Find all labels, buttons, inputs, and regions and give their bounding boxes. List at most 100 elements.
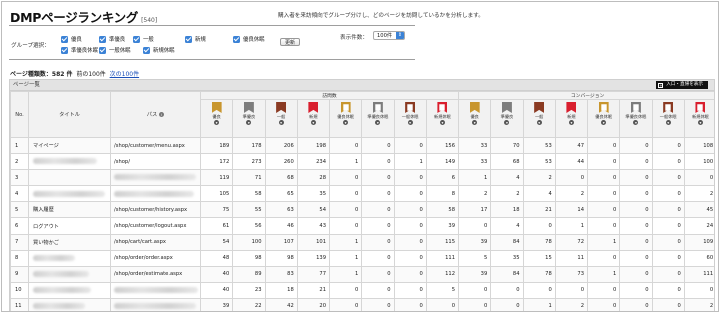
conversion-value: 17 (458, 201, 492, 219)
page-path-cell[interactable]: /shop/order/order.aspx (110, 249, 201, 267)
page-path-cell[interactable]: /shop/customer/menu.aspx (110, 136, 201, 155)
page-title-cell[interactable] (28, 153, 111, 171)
segment-header[interactable]: 優良 ▾ (458, 99, 492, 138)
visits-value: 0 (393, 281, 427, 299)
visits-value: 156 (425, 136, 460, 155)
page-path-cell[interactable]: /shop/cart/cart.aspx (110, 233, 201, 251)
page-title-cell[interactable] (28, 169, 111, 187)
page-title-cell[interactable]: マイページ (28, 136, 111, 155)
table-row: 8/shop/order/order.aspx 48 98 98 139 1 0 0 111 5 3… (10, 249, 714, 267)
segment-header[interactable]: 一般休眠 ▾ (651, 99, 685, 138)
segment-header[interactable]: 優良休眠 ▾ (587, 99, 621, 138)
panel-title: ページ一覧 (13, 82, 40, 88)
display-count-select[interactable]: 100件 ⇕ (373, 31, 405, 40)
page-path-cell[interactable]: /shop/customer/logout.aspx (110, 217, 201, 235)
visits-value: 20 (296, 297, 331, 311)
page-title-cell[interactable] (28, 281, 111, 299)
segment-label: 新規 (567, 114, 576, 119)
row-number: 5 (10, 201, 29, 219)
conversion-value: 47 (554, 136, 589, 155)
group-checkbox[interactable]: 新規 (185, 35, 206, 43)
segment-header[interactable]: 新規 ▾ (296, 99, 331, 138)
conversion-value: 0 (619, 201, 653, 219)
visits-value: 89 (232, 265, 266, 283)
group-checkbox[interactable]: 一般 (133, 35, 154, 43)
segment-header[interactable]: 一般 ▾ (522, 99, 556, 138)
conversion-value: 78 (522, 265, 556, 283)
group-checkbox[interactable]: 準優良 (99, 35, 125, 43)
page-title-cell[interactable]: ログアウト (28, 217, 111, 235)
visits-value: 0 (361, 169, 395, 187)
page-title-cell[interactable]: 購入履歴 (28, 201, 111, 219)
segment-header[interactable]: 準優良休眠 ▾ (361, 99, 395, 138)
group-checkbox[interactable]: 優良休眠 (233, 35, 265, 43)
select-arrow-icon: ⇕ (396, 32, 404, 39)
segment-header[interactable]: 準優良 ▾ (232, 99, 266, 138)
segment-header[interactable]: 一般 ▾ (264, 99, 298, 138)
visits-value: 139 (296, 249, 331, 267)
segment-label: 優良休眠 (595, 114, 613, 119)
conversion-value: 4 (522, 185, 556, 203)
sort-icon: ▾ (697, 120, 703, 125)
page-description: 購入者を来訪傾向でグループ分けし、どのページを訪問しているかを分析します。 (278, 13, 484, 19)
visits-value: 6 (425, 169, 460, 187)
visits-value: 0 (328, 281, 363, 299)
show-entry-bounce-button[interactable]: + 入口・直帰を表示 (656, 81, 708, 89)
update-button[interactable]: 更新 (280, 38, 300, 46)
conversion-value: 0 (587, 297, 621, 311)
visits-value: 178 (232, 136, 266, 155)
sort-icon: ▾ (472, 120, 478, 125)
group-checkbox[interactable]: 新規休眠 (143, 46, 175, 54)
visits-value: 105 (199, 185, 234, 203)
page-title-cell[interactable] (28, 297, 111, 311)
segment-header[interactable]: 準優良休眠 ▾ (619, 99, 653, 138)
segment-header[interactable]: 優良 ▾ (199, 99, 234, 138)
segment-label: 準優良休眠 (625, 114, 647, 119)
conversion-value: 0 (651, 265, 685, 283)
visits-value: 21 (296, 281, 331, 299)
col-header-path: パス i (110, 91, 201, 138)
page-title-cell[interactable] (28, 185, 111, 203)
page-title-cell[interactable] (28, 249, 111, 267)
redacted-title (33, 271, 89, 278)
segment-header[interactable]: 新規休眠 ▾ (683, 99, 714, 138)
conversion-value: 1 (458, 169, 492, 187)
visits-value: 98 (264, 249, 298, 267)
info-icon: i (159, 112, 165, 117)
visits-value: 198 (296, 136, 331, 155)
page-title: DMPページランキング (10, 10, 139, 25)
conversion-value: 21 (522, 201, 556, 219)
conversion-value: 0 (651, 233, 685, 251)
segment-header[interactable]: 新規 ▾ (554, 99, 589, 138)
segment-header[interactable]: 準優良 ▾ (490, 99, 524, 138)
group-header-conversion: コンバージョン (458, 91, 714, 100)
page-title-cell[interactable] (28, 265, 111, 283)
segment-label: 準優良 (500, 114, 514, 119)
page-path-cell[interactable] (110, 185, 201, 203)
page-path-cell[interactable] (110, 169, 201, 187)
page-path-cell[interactable]: /shop/customer/history.aspx (110, 201, 201, 219)
visits-value: 149 (425, 153, 460, 171)
segment-header[interactable]: 一般休眠 ▾ (393, 99, 427, 138)
next-page-link[interactable]: 次の100件 (110, 71, 139, 78)
segment-header[interactable]: 新規休眠 ▾ (425, 99, 460, 138)
page-title-cell[interactable]: 買い物かご (28, 233, 111, 251)
page-path-cell[interactable] (110, 281, 201, 299)
conversion-value: 0 (619, 136, 653, 155)
conversion-value: 5 (458, 249, 492, 267)
visits-value: 35 (296, 185, 331, 203)
conversion-value: 2 (490, 185, 524, 203)
visits-value: 0 (425, 297, 460, 311)
sort-icon: ▾ (633, 120, 639, 125)
page-path-cell[interactable]: /shop/ (110, 153, 201, 171)
group-checkbox[interactable]: 優良 (61, 35, 82, 43)
table-row: 7 買い物かご/shop/cart/cart.aspx 54 100 107 101 1 0 0… (10, 233, 714, 251)
segment-header[interactable]: 優良休眠 ▾ (328, 99, 363, 138)
page-path-cell[interactable] (110, 297, 201, 311)
group-checkbox[interactable]: 準優良休眠 (61, 46, 98, 54)
group-checkbox[interactable]: 一般休眠 (99, 46, 131, 54)
page-path-cell[interactable]: /shop/order/estimate.aspx (110, 265, 201, 283)
visits-value: 0 (393, 201, 427, 219)
segment-label: 一般 (534, 114, 544, 119)
conversion-value: 0 (587, 153, 621, 171)
